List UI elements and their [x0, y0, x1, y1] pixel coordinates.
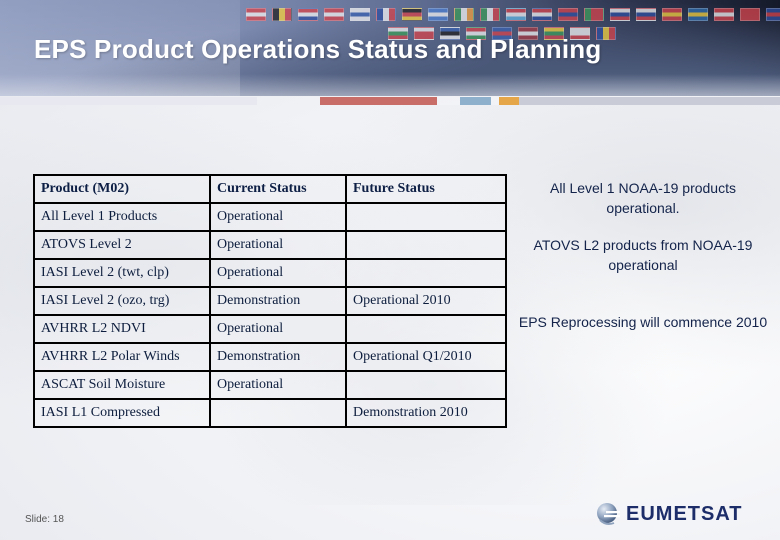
flag-greece-icon [428, 8, 448, 21]
note-eps-reprocessing: EPS Reprocessing will commence 2010 [518, 314, 768, 330]
flag-spain-icon [662, 8, 682, 21]
cell-current-status: Demonstration [209, 342, 347, 372]
color-strip-segment [518, 97, 780, 105]
color-strip-segment [319, 97, 437, 105]
cell-product: IASI Level 2 (twt, clp) [33, 258, 211, 288]
header-color-strip [0, 97, 780, 105]
cell-future-status: Operational 2010 [345, 286, 507, 316]
cell-future-status [345, 314, 507, 344]
cell-current-status: Operational [209, 258, 347, 288]
color-strip-segment [460, 97, 492, 105]
cell-product: IASI L1 Compressed [33, 398, 211, 428]
color-strip-segment [499, 97, 519, 105]
logo-wordmark: EUMETSAT [626, 502, 743, 525]
cell-product: ATOVS Level 2 [33, 230, 211, 260]
cell-current-status: Operational [209, 314, 347, 344]
header-fade [0, 74, 780, 96]
flag-italy-icon [480, 8, 500, 21]
table-row: ATOVS Level 2 Operational [33, 230, 507, 260]
flag-slovenia-icon [636, 8, 656, 21]
flag-germany-icon [402, 8, 422, 21]
flag-france-icon [376, 8, 396, 21]
cell-product: IASI Level 2 (ozo, trg) [33, 286, 211, 316]
column-header-current-status: Current Status [209, 174, 347, 204]
cell-future-status: Operational Q1/2010 [345, 342, 507, 372]
member-state-flags-row-1 [246, 8, 780, 21]
flag-turkey-icon [740, 8, 760, 21]
flag-croatia-icon [298, 8, 318, 21]
cell-current-status: Operational [209, 370, 347, 400]
cell-current-status: Demonstration [209, 286, 347, 316]
column-header-product: Product (M02) [33, 174, 211, 204]
cell-product: ASCAT Soil Moisture [33, 370, 211, 400]
cell-future-status [345, 202, 507, 232]
color-strip-segment [0, 97, 258, 105]
flag-ireland-icon [454, 8, 474, 21]
flag-denmark-icon [324, 8, 344, 21]
flag-finland-icon [350, 8, 370, 21]
flag-slovakia-icon [610, 8, 630, 21]
flag-luxembourg-icon [506, 8, 526, 21]
cell-product: All Level 1 Products [33, 202, 211, 232]
cell-product: AVHRR L2 NDVI [33, 314, 211, 344]
table-row: IASI Level 2 (twt, clp) Operational [33, 258, 507, 288]
table-row: IASI Level 2 (ozo, trg) Demonstration Oper… [33, 286, 507, 316]
cell-future-status [345, 230, 507, 260]
flag-austria-icon [246, 8, 266, 21]
cell-current-status: Operational [209, 202, 347, 232]
product-status-table: Product (M02) Current Status Future Stat… [33, 174, 507, 428]
slide-header-banner: EPS Product Operations Status and Planni… [0, 0, 780, 96]
flag-portugal-icon [584, 8, 604, 21]
cell-future-status [345, 370, 507, 400]
slide-title: EPS Product Operations Status and Planni… [34, 34, 602, 64]
table-row: ASCAT Soil Moisture Operational [33, 370, 507, 400]
cell-future-status: Demonstration 2010 [345, 398, 507, 428]
flag-switzerland-icon [714, 8, 734, 21]
flag-sweden-icon [688, 8, 708, 21]
table-row: AVHRR L2 Polar Winds Demonstration Operati… [33, 342, 507, 372]
flag-belgium-icon [272, 8, 292, 21]
table-row: AVHRR L2 NDVI Operational [33, 314, 507, 344]
cell-future-status [345, 258, 507, 288]
note-atovs-l2: ATOVS L2 products from NOAA-19 operation… [533, 237, 753, 273]
cell-current-status [209, 398, 347, 428]
eumetsat-logo: EUMETSAT [596, 502, 743, 526]
cell-product: AVHRR L2 Polar Winds [33, 342, 211, 372]
column-header-future-status: Future Status [345, 174, 507, 204]
table-header-row: Product (M02) Current Status Future Stat… [33, 174, 507, 204]
flag-netherlands-icon [532, 8, 552, 21]
table-row: IASI L1 Compressed Demonstration 2010 [33, 398, 507, 428]
flag-norway-icon [558, 8, 578, 21]
eumetsat-globe-icon [597, 503, 620, 525]
cell-current-status: Operational [209, 230, 347, 260]
table-row: All Level 1 Products Operational [33, 202, 507, 232]
flag-united-kingdom-icon [766, 8, 780, 21]
slide-number: Slide: 18 [25, 514, 64, 525]
note-noaa19-level1: All Level 1 NOAA-19 products operational… [550, 180, 736, 216]
